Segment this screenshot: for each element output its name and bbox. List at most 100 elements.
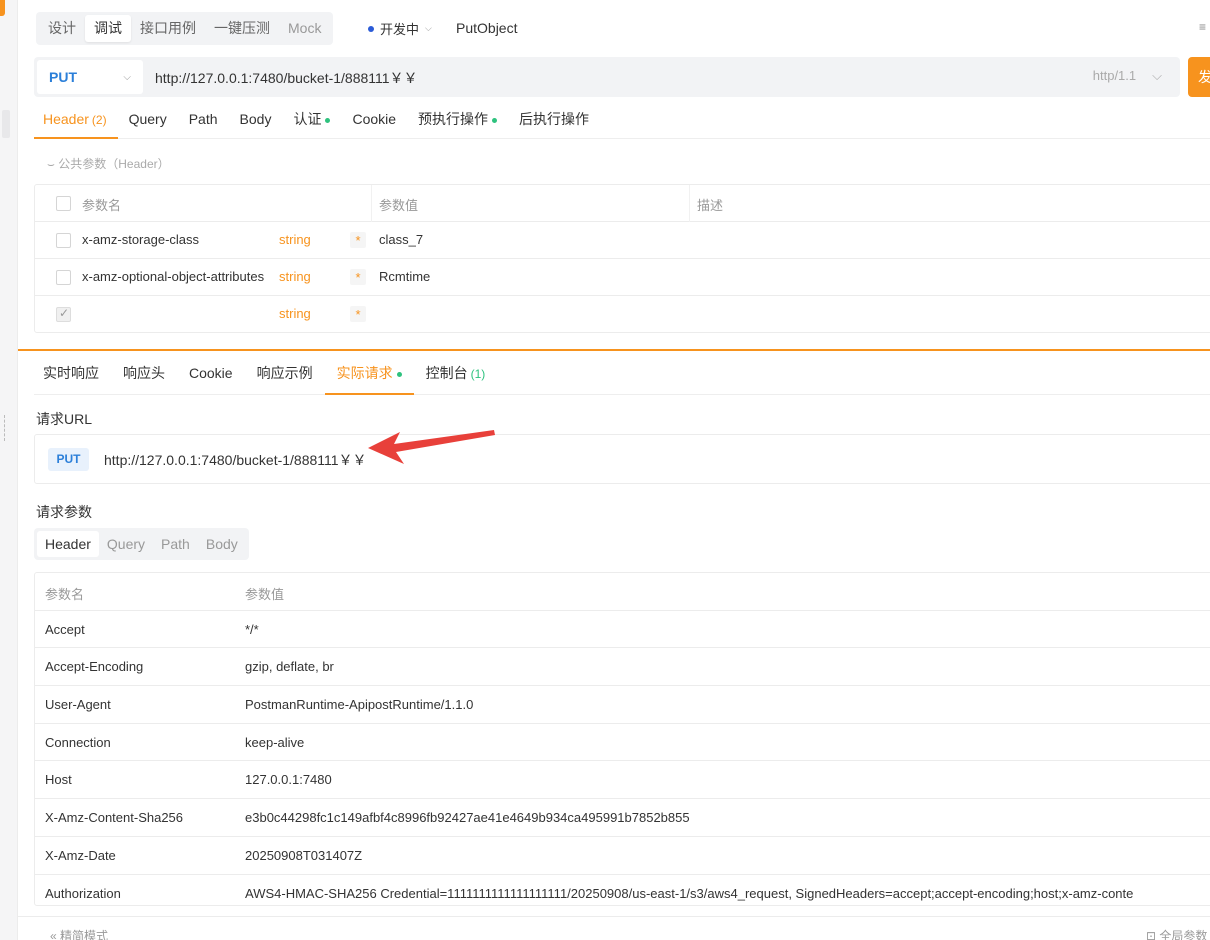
panel-divider[interactable]	[18, 349, 1210, 351]
tab-cookie[interactable]: Cookie	[341, 101, 407, 139]
tab-label: 认证	[293, 111, 322, 127]
environment-select[interactable]: 开发中 ⌵	[368, 19, 432, 38]
param-key: Authorization	[45, 885, 121, 901]
actual-params-table: 参数名 参数值 Accept */* Accept-Encoding gzip, d…	[34, 572, 1210, 906]
tab-query[interactable]: Query	[118, 101, 178, 139]
required-icon[interactable]: *	[350, 306, 366, 322]
actual-url-box: PUT http://127.0.0.1:7480/bucket-1/88811…	[34, 434, 1210, 484]
method-select[interactable]: PUT ⌵	[37, 60, 143, 94]
orange-marker	[0, 0, 5, 16]
table-row: Accept */*	[35, 611, 1210, 649]
param-value: 20250908T031407Z	[245, 847, 363, 863]
col-value-header: 参数值	[379, 198, 419, 213]
left-strip	[0, 0, 18, 940]
collapse-icon: «	[50, 929, 57, 940]
param-name[interactable]: x-amz-optional-object-attributes	[82, 269, 264, 284]
doc-lines-icon[interactable]: ≡	[1199, 20, 1206, 34]
tab-response-example[interactable]: 响应示例	[245, 355, 325, 395]
tab-label: 控制台	[425, 365, 468, 381]
tab-mock[interactable]: Mock	[279, 15, 330, 42]
console-count: (1)	[470, 367, 486, 381]
tab-response-cookie[interactable]: Cookie	[177, 355, 245, 395]
sidebar-handle[interactable]	[2, 110, 10, 138]
tab-path[interactable]: Path	[178, 101, 229, 139]
environment-label: 开发中	[380, 22, 420, 37]
public-params-label: 公共参数（Header）	[58, 157, 170, 171]
param-value: */*	[245, 621, 259, 637]
col-name-header: 参数名	[82, 198, 122, 213]
actual-url: http://127.0.0.1:7480/bucket-1/888111￥￥	[104, 452, 367, 468]
table-row: string *	[35, 296, 1210, 332]
tab-label: 实际请求	[336, 365, 393, 381]
tab-label: 预执行操作	[418, 111, 489, 127]
param-value: PostmanRuntime-ApipostRuntime/1.1.0	[245, 697, 474, 713]
param-type[interactable]: string	[279, 232, 311, 247]
url-input[interactable]: http://127.0.0.1:7480/bucket-1/888111￥￥	[155, 68, 418, 88]
compact-mode-toggle[interactable]: « 精简模式	[50, 927, 108, 940]
row-checkbox[interactable]	[56, 306, 71, 322]
tab-cases[interactable]: 接口用例	[131, 15, 205, 42]
chevron-down-icon: ⌵	[425, 23, 432, 33]
status-dot-icon	[325, 117, 331, 123]
param-name[interactable]: x-amz-storage-class	[82, 232, 264, 247]
tab-body[interactable]: Body	[229, 101, 283, 139]
table-row: X-Amz-Content-Sha256 e3b0c44298fc1c149afb…	[35, 799, 1210, 837]
param-type[interactable]: string	[279, 306, 311, 321]
table-row: x-amz-optional-object-attributes string …	[35, 259, 1210, 296]
subtab-path[interactable]: Path	[153, 531, 198, 557]
eye-closed-icon: ⌣	[47, 157, 55, 171]
param-value[interactable]: Rcmtime	[379, 269, 430, 284]
param-value: 127.0.0.1:7480	[245, 772, 332, 788]
param-key: Accept	[45, 621, 85, 637]
request-params-tabs: Header Query Path Body	[34, 528, 249, 560]
tab-auth[interactable]: 认证	[282, 101, 341, 139]
resize-handle[interactable]	[4, 415, 6, 441]
tab-header[interactable]: Header (2)	[34, 101, 118, 139]
param-value[interactable]: class_7	[379, 232, 423, 247]
required-icon[interactable]: *	[350, 269, 366, 285]
column-divider	[371, 185, 372, 222]
http-version-select[interactable]: http/1.1 ⌵	[1093, 68, 1162, 84]
tab-console[interactable]: 控制台 (1)	[414, 355, 498, 395]
global-params-label: 全局参数	[1159, 929, 1208, 940]
method-label: PUT	[49, 69, 77, 85]
param-value: keep-alive	[245, 734, 305, 750]
subtab-header[interactable]: Header	[37, 531, 99, 557]
http-version-label: http/1.1	[1092, 68, 1137, 83]
api-name[interactable]: PutObject	[456, 20, 517, 36]
public-params-toggle[interactable]: ⌣ 公共参数（Header）	[47, 155, 170, 172]
table-row: Accept-Encoding gzip, deflate, br	[35, 648, 1210, 687]
tab-stress[interactable]: 一键压测	[205, 15, 279, 42]
table-row: X-Amz-Date 20250908T031407Z	[35, 837, 1210, 875]
red-arrow-annotation	[368, 430, 495, 464]
tab-actual-request[interactable]: 实际请求	[324, 355, 414, 395]
required-icon[interactable]: *	[350, 232, 366, 248]
header-params-table: 参数名 参数值 描述 x-amz-storage-class string * …	[34, 184, 1210, 333]
table-row: User-Agent PostmanRuntime-ApipostRuntime/…	[35, 686, 1210, 724]
send-button[interactable]: 发	[1188, 57, 1210, 97]
tab-debug[interactable]: 调试	[85, 15, 131, 42]
param-type[interactable]: string	[279, 269, 311, 284]
row-checkbox[interactable]	[56, 270, 71, 285]
tab-response-headers[interactable]: 响应头	[111, 355, 177, 395]
tab-pre-script[interactable]: 预执行操作	[407, 101, 508, 139]
table-row: Host 127.0.0.1:7480	[35, 761, 1210, 800]
row-checkbox[interactable]	[56, 233, 71, 248]
subtab-body[interactable]: Body	[198, 531, 246, 557]
global-params-button[interactable]: ⊡ 全局参数	[1146, 927, 1207, 940]
table-row: Connection keep-alive	[35, 724, 1210, 762]
method-badge: PUT	[48, 448, 89, 471]
table-row: Authorization AWS4-HMAC-SHA256 Credential…	[35, 875, 1210, 906]
param-key: Connection	[45, 734, 111, 750]
select-all-checkbox[interactable]	[56, 196, 71, 211]
arrow-shape	[368, 430, 495, 464]
tab-realtime-response[interactable]: 实时响应	[34, 355, 111, 395]
settings-box-icon: ⊡	[1146, 929, 1157, 940]
header-count: (2)	[91, 113, 107, 127]
status-dot-icon	[396, 371, 402, 377]
tab-post-script[interactable]: 后执行操作	[508, 101, 600, 139]
param-key: X-Amz-Content-Sha256	[45, 810, 184, 826]
col-desc-header: 描述	[697, 198, 724, 213]
subtab-query[interactable]: Query	[99, 531, 153, 557]
tab-design[interactable]: 设计	[39, 15, 85, 42]
